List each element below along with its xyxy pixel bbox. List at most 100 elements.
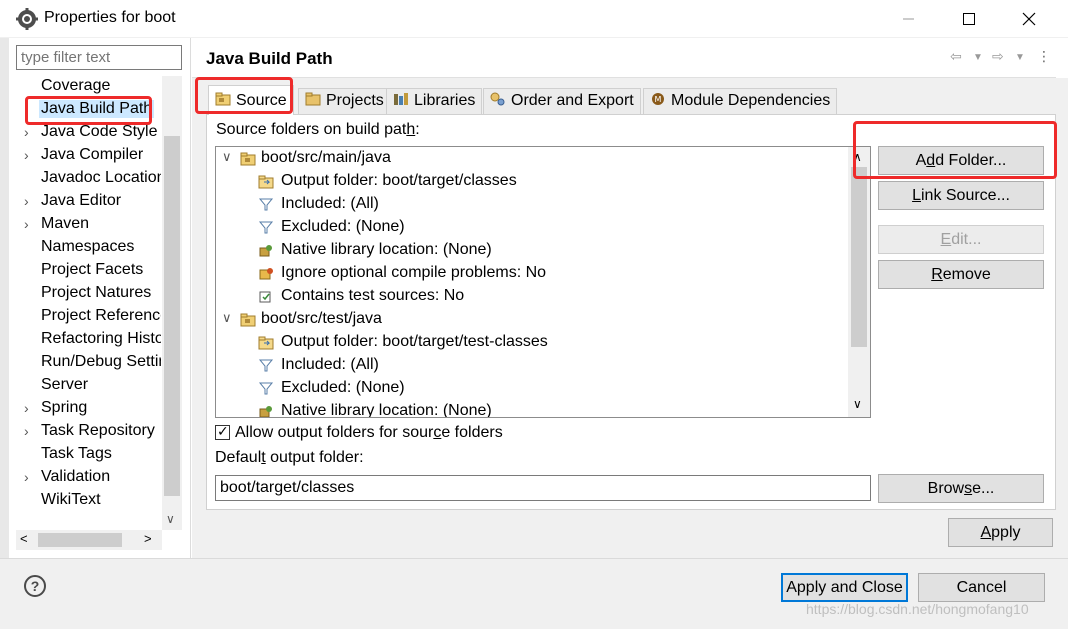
tab-module-dependencies[interactable]: M Module Dependencies	[643, 88, 838, 114]
nav-item[interactable]: › Spring	[16, 398, 161, 421]
source-folders-label: Source folders on build path:	[216, 121, 420, 138]
expand-arrow-icon[interactable]: ›	[24, 147, 29, 163]
scroll-thumb[interactable]	[38, 533, 122, 547]
nav-item[interactable]: › Java Compiler	[16, 145, 161, 168]
tab-projects[interactable]: Projects	[298, 88, 391, 114]
expand-arrow-icon[interactable]: ›	[24, 423, 29, 439]
tree-node-label: Native library location: (None)	[281, 241, 492, 258]
nav-item[interactable]: Refactoring History	[16, 329, 161, 352]
native-library-icon	[258, 243, 274, 258]
maximize-button[interactable]	[946, 0, 992, 38]
nav-item[interactable]: Project Natures	[16, 283, 161, 306]
nav-item[interactable]: Namespaces	[16, 237, 161, 260]
tab-order-and-export[interactable]: Order and Export	[483, 88, 641, 114]
source-folder-attribute-row[interactable]: Excluded: (None)	[216, 378, 846, 401]
default-output-folder-input[interactable]	[215, 475, 871, 501]
nav-item[interactable]: Task Tags	[16, 444, 161, 467]
nav-item[interactable]: › Java Code Style	[16, 122, 161, 145]
expand-arrow-icon[interactable]: ›	[24, 216, 29, 232]
source-folder-attribute-row[interactable]: Included: (All)	[216, 355, 846, 378]
scroll-down-icon[interactable]: ∨	[166, 512, 175, 526]
minimize-button[interactable]	[886, 0, 932, 38]
collapse-arrow-icon[interactable]: ∨	[222, 310, 232, 326]
output-folder-icon	[258, 174, 274, 189]
source-folder-attribute-row[interactable]: Output folder: boot/target/classes	[216, 171, 846, 194]
nav-item[interactable]: Server	[16, 375, 161, 398]
tree-node-label: Included: (All)	[281, 356, 379, 373]
tree-node-label: boot/src/test/java	[261, 310, 382, 327]
projects-icon	[305, 92, 321, 106]
panel-divider[interactable]	[190, 38, 191, 558]
scroll-thumb[interactable]	[164, 136, 180, 496]
filter-icon	[258, 220, 274, 235]
forward-arrow-icon[interactable]: ⇨	[992, 48, 1004, 65]
scroll-right-icon[interactable]: >	[144, 531, 152, 546]
nav-item[interactable]: Javadoc Location	[16, 168, 161, 191]
tree-node-label: Ignore optional compile problems: No	[281, 264, 547, 281]
nav-item[interactable]: Run/Debug Settings	[16, 352, 161, 375]
annotation-highlight-add-folder	[853, 121, 1057, 179]
edit-button[interactable]: Edit...	[878, 225, 1044, 254]
tree-node-label: Contains test sources: No	[281, 287, 465, 304]
scroll-down-icon[interactable]: ∨	[853, 397, 862, 411]
link-source-button[interactable]: Link Source...	[878, 181, 1044, 210]
close-button[interactable]	[1006, 0, 1052, 38]
collapse-arrow-icon[interactable]: ∨	[222, 149, 232, 165]
source-folder-attribute-row[interactable]: Native library location: (None)	[216, 401, 846, 418]
nav-item[interactable]: › Java Editor	[16, 191, 161, 214]
nav-vertical-scrollbar[interactable]: ∨	[162, 76, 182, 530]
remove-button[interactable]: Remove	[878, 260, 1044, 289]
expand-arrow-icon[interactable]: ›	[24, 193, 29, 209]
test-sources-icon	[258, 289, 274, 304]
expand-arrow-icon[interactable]: ›	[24, 469, 29, 485]
nav-item[interactable]: Project Facets	[16, 260, 161, 283]
source-folder-attribute-row[interactable]: Native library location: (None)	[216, 240, 846, 263]
nav-item[interactable]: › Validation	[16, 467, 161, 490]
scroll-left-icon[interactable]: <	[20, 531, 28, 546]
close-icon	[1022, 12, 1036, 26]
source-folder-row[interactable]: ∨ boot/src/test/java	[216, 309, 846, 332]
tree-node-label: Included: (All)	[281, 195, 379, 212]
browse-button[interactable]: Browse...	[878, 474, 1044, 503]
tree-vertical-scrollbar[interactable]: ∧ ∨	[848, 147, 870, 417]
package-folder-icon	[240, 312, 256, 327]
filter-icon	[258, 197, 274, 212]
nav-item[interactable]: Project References	[16, 306, 161, 329]
tree-node-label: Native library location: (None)	[281, 402, 492, 418]
nav-item[interactable]: WikiText	[16, 490, 161, 513]
tree-node-label: boot/src/main/java	[261, 149, 391, 166]
source-folder-attribute-row[interactable]: Output folder: boot/target/test-classes	[216, 332, 846, 355]
minimize-icon	[903, 18, 914, 20]
nav-item-label: Task Tags	[41, 445, 112, 462]
apply-and-close-button[interactable]: Apply and Close	[781, 573, 908, 602]
apply-button[interactable]: Apply	[948, 518, 1053, 547]
eclipse-gear-icon	[16, 8, 38, 30]
expand-arrow-icon[interactable]: ›	[24, 124, 29, 140]
filter-input[interactable]	[16, 45, 182, 70]
expand-arrow-icon[interactable]: ›	[24, 400, 29, 416]
source-folder-row[interactable]: ∨ boot/src/main/java	[216, 148, 846, 171]
help-icon[interactable]: ?	[24, 575, 46, 597]
nav-item[interactable]: › Maven	[16, 214, 161, 237]
source-folder-attribute-row[interactable]: Included: (All)	[216, 194, 846, 217]
scroll-thumb[interactable]	[851, 167, 867, 347]
source-folder-attribute-row[interactable]: Ignore optional compile problems: No	[216, 263, 846, 286]
back-dropdown-icon[interactable]: ▼	[973, 52, 983, 63]
nav-item-label: Task Repository	[41, 422, 155, 439]
nav-item[interactable]: › Task Repository	[16, 421, 161, 444]
nav-item-label: Project Natures	[41, 284, 152, 301]
tab-libraries[interactable]: Libraries	[386, 88, 483, 114]
cancel-button[interactable]: Cancel	[918, 573, 1045, 602]
source-folders-tree[interactable]: ∨ boot/src/main/java Output folder: boot/t…	[215, 146, 871, 418]
back-arrow-icon[interactable]: ⇦	[950, 48, 962, 65]
nav-item-label: Project References	[41, 307, 161, 324]
nav-horizontal-scrollbar[interactable]: < >	[16, 530, 162, 550]
view-menu-icon[interactable]: ⋮	[1037, 48, 1051, 65]
filter-icon	[258, 381, 274, 396]
nav-item-label: Namespaces	[41, 238, 135, 255]
source-folder-attribute-row[interactable]: Contains test sources: No	[216, 286, 846, 309]
forward-dropdown-icon[interactable]: ▼	[1015, 52, 1025, 63]
allow-output-folders-checkbox[interactable]: ✓	[215, 423, 230, 440]
source-folder-attribute-row[interactable]: Excluded: (None)	[216, 217, 846, 240]
watermark: https://blog.csdn.net/hongmofang10	[806, 601, 1029, 617]
